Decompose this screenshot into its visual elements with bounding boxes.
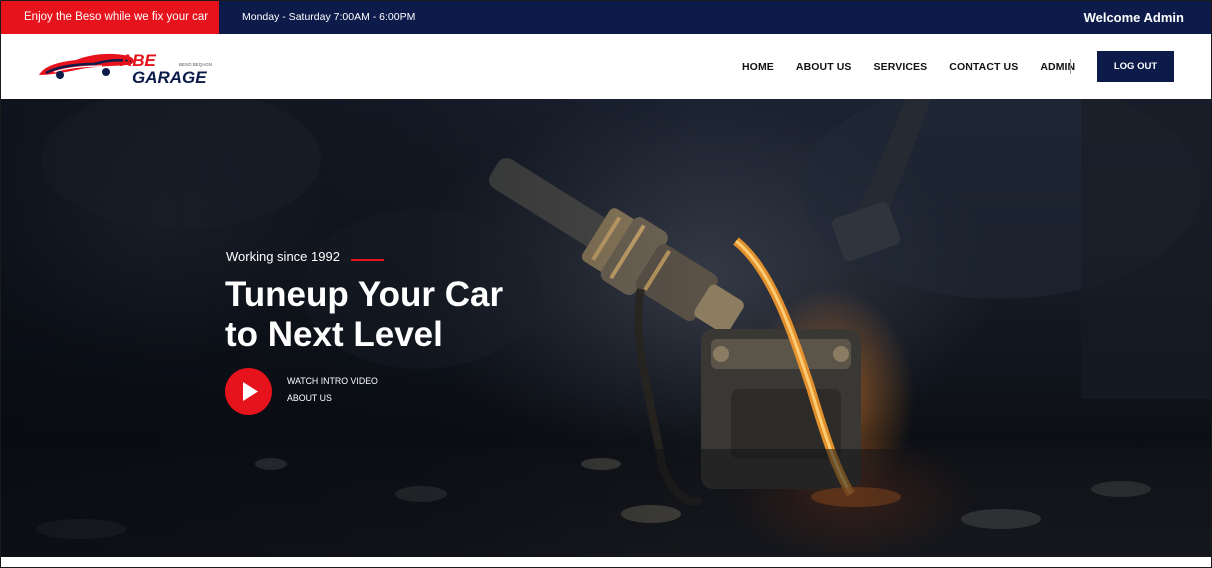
- hero-banner: Working since 1992 Tuneup Your Car to Ne…: [1, 99, 1211, 557]
- nav-services[interactable]: SERVICES: [874, 61, 928, 73]
- nav-divider: [1070, 59, 1071, 74]
- working-since-label: Working since 1992: [226, 249, 340, 264]
- accent-line: [351, 259, 384, 261]
- business-hours: Monday - Saturday 7:00AM - 6:00PM: [242, 11, 416, 23]
- promo-banner: Enjoy the Beso while we fix your car: [1, 1, 219, 34]
- logo-text-garage: GARAGE: [132, 68, 207, 87]
- hero-headline-line2: to Next Level: [225, 315, 443, 354]
- main-nav: HOME ABOUT US SERVICES CONTACT US ADMIN: [742, 34, 1097, 99]
- play-icon: [243, 382, 258, 401]
- nav-contact-us[interactable]: CONTACT US: [949, 61, 1018, 73]
- nav-home[interactable]: HOME: [742, 61, 774, 73]
- logo[interactable]: ABE BESO BEQAGN GARAGE: [36, 48, 216, 88]
- logo-tagline: BESO BEQAGN: [179, 62, 212, 67]
- hero-headline-line1: Tuneup Your Car: [225, 275, 504, 314]
- hero-headline: Tuneup Your Car to Next Level: [225, 275, 503, 355]
- welcome-message: Welcome Admin: [1083, 10, 1184, 25]
- play-video-button[interactable]: [225, 368, 272, 415]
- watch-intro-video-link[interactable]: WATCH INTRO VIDEO: [287, 376, 378, 386]
- page-frame: Enjoy the Beso while we fix your car Mon…: [0, 0, 1212, 568]
- top-bar: Enjoy the Beso while we fix your car Mon…: [1, 1, 1211, 34]
- logout-button[interactable]: LOG OUT: [1097, 51, 1174, 82]
- about-us-link[interactable]: ABOUT US: [287, 393, 332, 403]
- site-header: ABE BESO BEQAGN GARAGE HOME ABOUT US SER…: [1, 34, 1211, 99]
- nav-about-us[interactable]: ABOUT US: [796, 61, 852, 73]
